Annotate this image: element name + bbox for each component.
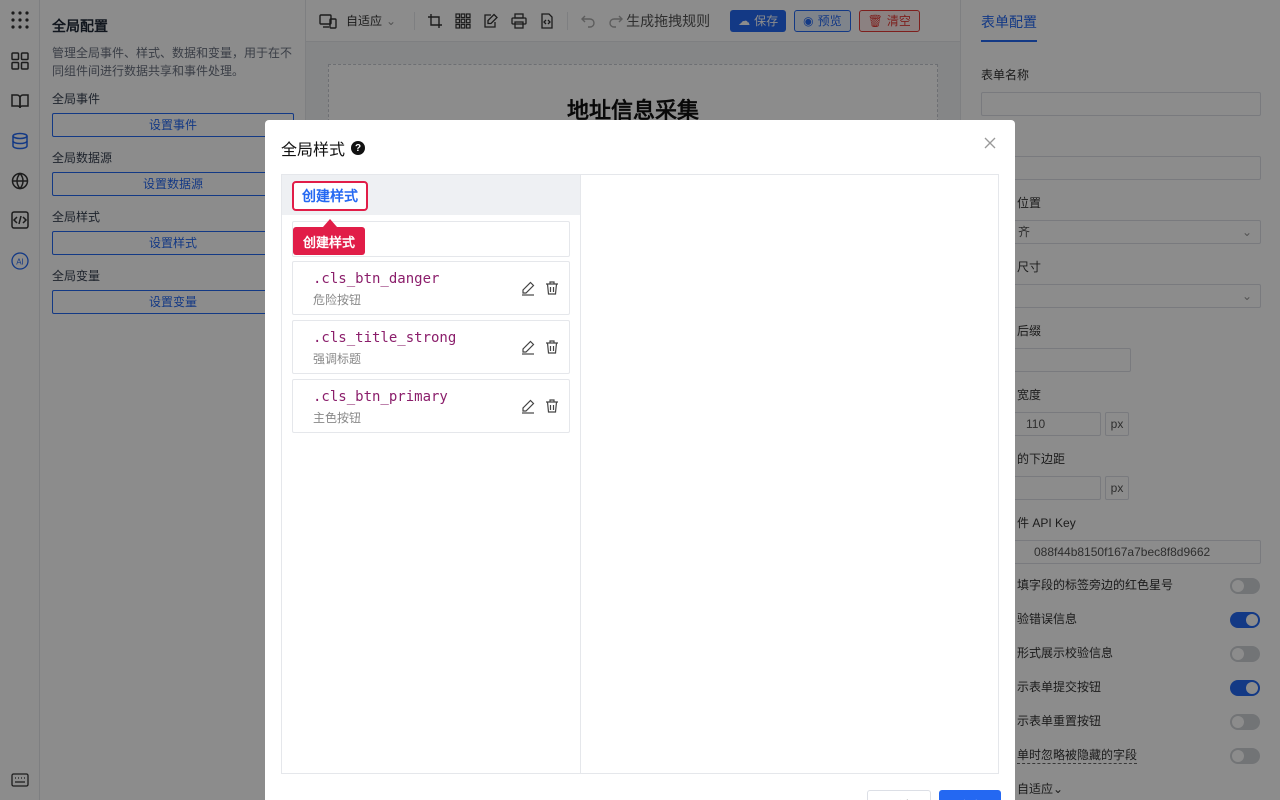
style-class-name: .cls_btn_primary (313, 389, 448, 405)
edit-icon[interactable] (520, 280, 536, 296)
style-list-item[interactable]: .cls_title_strong 强调标题 (292, 320, 570, 374)
style-class-name: .cls_btn_danger (313, 271, 440, 287)
edit-icon[interactable] (520, 398, 536, 414)
style-description: 危险按钮 (313, 293, 362, 307)
global-style-modal: 全局样式 ? 创建样式 创建样式 .cls_btn_danger 危险按钮 .c… (265, 120, 1015, 800)
help-icon[interactable]: ? (351, 141, 366, 155)
delete-icon[interactable] (544, 398, 560, 414)
style-list-header: 创建样式 (282, 175, 580, 215)
edit-icon[interactable] (520, 339, 536, 355)
delete-icon[interactable] (544, 339, 560, 355)
style-list-item[interactable]: .cls_btn_primary 主色按钮 (292, 379, 570, 433)
style-editor-pane[interactable] (582, 175, 998, 773)
style-description: 强调标题 (313, 352, 362, 366)
close-icon[interactable] (981, 134, 999, 152)
cancel-button[interactable]: 取消 (867, 790, 932, 800)
ok-button[interactable]: 确定 (939, 790, 1002, 800)
create-style-tooltip: 创建样式 (293, 219, 366, 255)
modal-header: 全局样式 ? (281, 136, 366, 160)
create-style-button[interactable]: 创建样式 (292, 181, 368, 211)
modal-body: 创建样式 创建样式 .cls_btn_danger 危险按钮 .cls_titl… (281, 174, 999, 774)
style-list-item[interactable]: .cls_btn_danger 危险按钮 (292, 261, 570, 315)
style-description: 主色按钮 (313, 411, 362, 425)
delete-icon[interactable] (544, 280, 560, 296)
style-class-name: .cls_title_strong (313, 330, 457, 346)
modal-title: 全局样式 (281, 142, 346, 159)
style-list-pane: 创建样式 创建样式 .cls_btn_danger 危险按钮 .cls_titl… (282, 175, 581, 773)
